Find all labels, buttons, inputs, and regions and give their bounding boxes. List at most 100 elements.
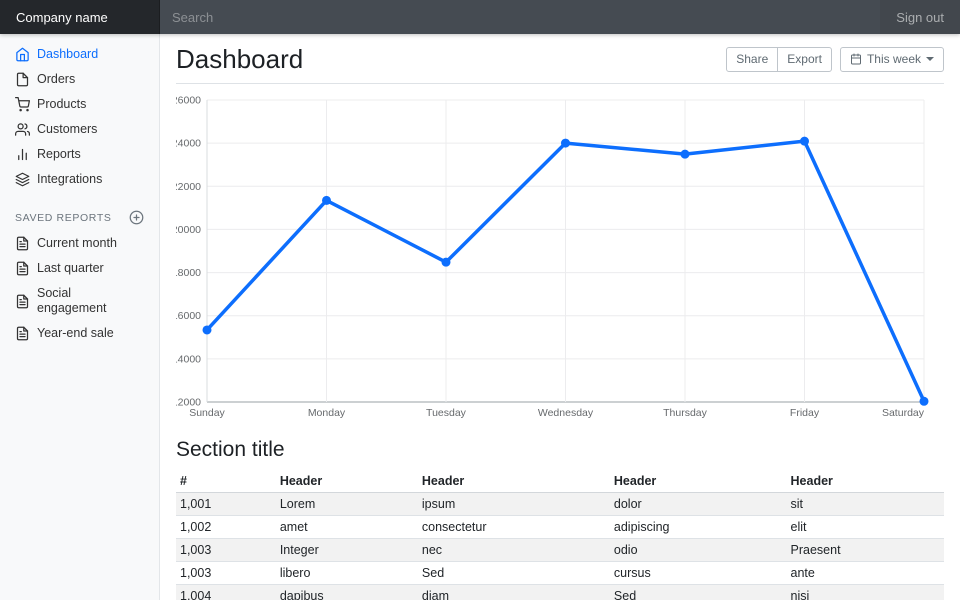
- sidebar-item-label: Reports: [37, 147, 81, 162]
- table-cell: 1,003: [176, 562, 276, 585]
- file-text-icon: [15, 261, 30, 276]
- svg-text:Tuesday: Tuesday: [426, 407, 467, 419]
- sidebar-item-label: Customers: [37, 122, 97, 137]
- sidebar-link-products[interactable]: Products: [0, 92, 159, 117]
- calendar-icon: [850, 53, 862, 65]
- table-cell: nisi: [787, 585, 944, 600]
- table-cell: 1,002: [176, 516, 276, 539]
- table-row: 1,004dapibusdiamSednisi: [176, 585, 944, 600]
- chart-container: 1200014000160001800020000220002400026000…: [176, 92, 944, 422]
- svg-text:18000: 18000: [176, 267, 201, 279]
- sidebar: Dashboard Orders Products Customers Reports I…: [0, 34, 160, 600]
- table-cell: nec: [418, 539, 610, 562]
- share-export-group: Share Export: [726, 47, 832, 72]
- svg-text:22000: 22000: [176, 181, 201, 193]
- table-cell: 1,004: [176, 585, 276, 600]
- layers-icon: [15, 172, 30, 187]
- saved-report-current-month: Current month: [0, 231, 159, 256]
- sign-out-link[interactable]: Sign out: [880, 0, 960, 34]
- sidebar-link-integrations[interactable]: Integrations: [0, 167, 159, 192]
- table-cell: 1,001: [176, 493, 276, 516]
- main-content: Dashboard Share Export This week 1200014…: [160, 34, 960, 600]
- sidebar-item-label: Orders: [37, 72, 75, 87]
- table-header-cell: Header: [276, 470, 418, 493]
- sidebar-item-reports: Reports: [0, 142, 159, 167]
- saved-report-label: Social engagement: [37, 286, 144, 316]
- file-icon: [15, 72, 30, 87]
- table-cell: Sed: [418, 562, 610, 585]
- table-header-cell: Header: [787, 470, 944, 493]
- sidebar-item-label: Products: [37, 97, 86, 112]
- weekly-line-chart: 1200014000160001800020000220002400026000…: [176, 92, 944, 422]
- file-text-icon: [15, 294, 30, 309]
- section-title: Section title: [176, 438, 944, 462]
- table-cell: ante: [787, 562, 944, 585]
- search-input[interactable]: [160, 0, 880, 34]
- table-row: 1,001Loremipsumdolorsit: [176, 493, 944, 516]
- table-cell: sit: [787, 493, 944, 516]
- saved-report-link-last-quarter[interactable]: Last quarter: [0, 256, 159, 281]
- table-cell: amet: [276, 516, 418, 539]
- sidebar-item-label: Integrations: [37, 172, 102, 187]
- table-header-cell: Header: [418, 470, 610, 493]
- users-icon: [15, 122, 30, 137]
- svg-text:Wednesday: Wednesday: [538, 407, 594, 419]
- svg-text:16000: 16000: [176, 310, 201, 322]
- sidebar-item-customers: Customers: [0, 117, 159, 142]
- sidebar-item-dashboard: Dashboard: [0, 42, 159, 67]
- top-navbar: Company name Sign out: [0, 0, 960, 34]
- table-cell: ipsum: [418, 493, 610, 516]
- saved-report-label: Last quarter: [37, 261, 104, 276]
- share-button[interactable]: Share: [726, 47, 778, 72]
- table-cell: diam: [418, 585, 610, 600]
- table-cell: Praesent: [787, 539, 944, 562]
- table-cell: cursus: [610, 562, 787, 585]
- table-cell: adipiscing: [610, 516, 787, 539]
- sidebar-item-label: Dashboard: [37, 47, 98, 62]
- home-icon: [15, 47, 30, 62]
- page-title: Dashboard: [176, 44, 303, 75]
- svg-text:24000: 24000: [176, 138, 201, 150]
- svg-text:Friday: Friday: [790, 407, 820, 419]
- calendar-icon: [850, 53, 862, 65]
- export-button[interactable]: Export: [777, 47, 832, 72]
- svg-text:Thursday: Thursday: [663, 407, 708, 419]
- sidebar-nav: Dashboard Orders Products Customers Reports I…: [0, 42, 159, 192]
- svg-text:26000: 26000: [176, 95, 201, 107]
- caret-down-icon: [926, 57, 934, 61]
- toolbar: Share Export This week: [726, 47, 944, 72]
- table-header-cell: Header: [610, 470, 787, 493]
- plus-circle-icon[interactable]: [129, 210, 144, 225]
- sidebar-link-dashboard[interactable]: Dashboard: [0, 42, 159, 67]
- saved-report-label: Year-end sale: [37, 326, 114, 341]
- sidebar-link-orders[interactable]: Orders: [0, 67, 159, 92]
- svg-text:14000: 14000: [176, 353, 201, 365]
- table-cell: elit: [787, 516, 944, 539]
- saved-report-link-current-month[interactable]: Current month: [0, 231, 159, 256]
- sidebar-link-customers[interactable]: Customers: [0, 117, 159, 142]
- week-dropdown-button[interactable]: This week: [840, 47, 944, 72]
- shopping-cart-icon: [15, 97, 30, 112]
- plus-circle-icon: [129, 210, 144, 225]
- svg-text:Saturday: Saturday: [882, 407, 925, 419]
- sidebar-link-reports[interactable]: Reports: [0, 142, 159, 167]
- saved-report-link-year-end-sale[interactable]: Year-end sale: [0, 321, 159, 346]
- saved-report-social-engagement: Social engagement: [0, 281, 159, 321]
- saved-report-label: Current month: [37, 236, 117, 251]
- svg-text:Sunday: Sunday: [189, 407, 225, 419]
- table-row: 1,003IntegernecodioPraesent: [176, 539, 944, 562]
- table-cell: Lorem: [276, 493, 418, 516]
- data-table: #HeaderHeaderHeaderHeader 1,001Loremipsu…: [176, 470, 944, 600]
- brand[interactable]: Company name: [0, 0, 160, 34]
- file-text-icon: [15, 236, 30, 251]
- table-header-cell: #: [176, 470, 276, 493]
- table-cell: libero: [276, 562, 418, 585]
- table-row: 1,003liberoSedcursusante: [176, 562, 944, 585]
- saved-report-link-social-engagement[interactable]: Social engagement: [0, 281, 159, 321]
- week-dropdown-label: This week: [867, 51, 921, 68]
- svg-text:Monday: Monday: [308, 407, 346, 419]
- table-cell: Sed: [610, 585, 787, 600]
- file-text-icon: [15, 326, 30, 341]
- table-row: 1,002ametconsecteturadipiscingelit: [176, 516, 944, 539]
- sidebar-item-integrations: Integrations: [0, 167, 159, 192]
